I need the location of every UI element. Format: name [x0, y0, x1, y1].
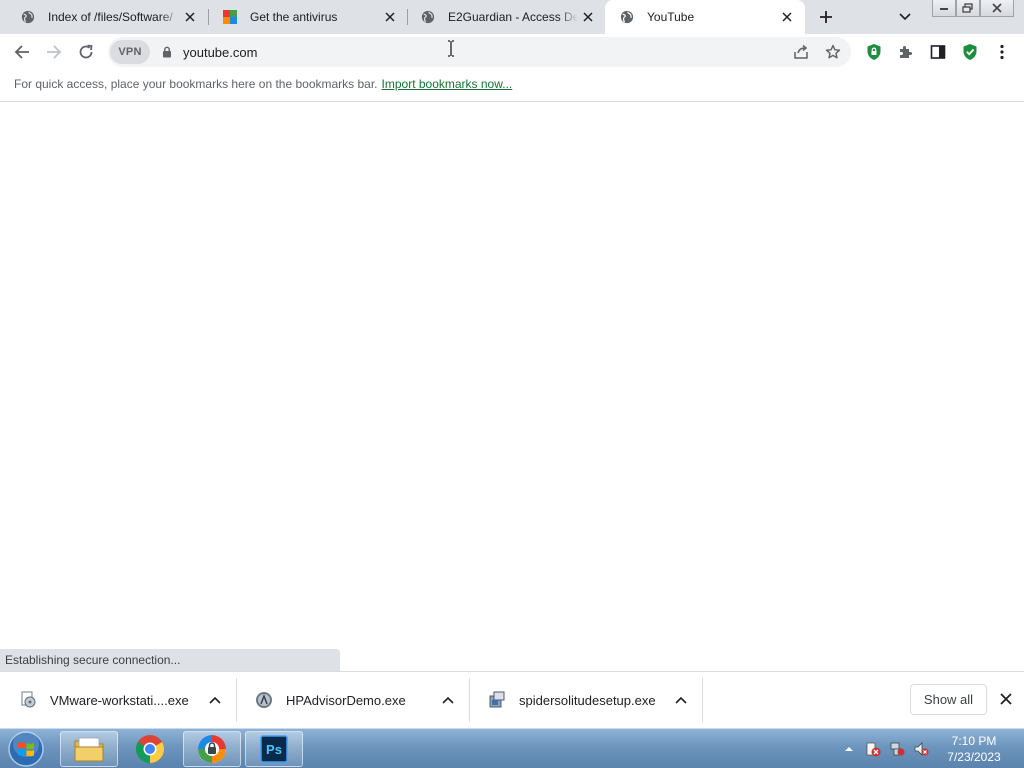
globe-icon: [20, 9, 36, 25]
restore-button[interactable]: [956, 0, 980, 17]
download-item[interactable]: VMware-workstati....exe: [0, 678, 236, 722]
back-button[interactable]: [9, 39, 35, 65]
browser-window: Index of /files/Software/ Get the antivi…: [0, 0, 1024, 768]
tab-get-antivirus[interactable]: Get the antivirus: [208, 0, 408, 34]
forward-button[interactable]: [41, 39, 67, 65]
share-icon[interactable]: [791, 42, 811, 62]
download-filename: VMware-workstati....exe: [50, 692, 189, 708]
lock-icon[interactable]: [160, 45, 174, 59]
folder-icon: [74, 737, 104, 762]
clock-date: 7/23/2023: [947, 750, 1001, 764]
taskbar-vpn-app[interactable]: [183, 731, 241, 767]
arrow-left-icon: [14, 45, 29, 59]
text-cursor-icon: [448, 40, 454, 57]
page-content[interactable]: [0, 103, 1024, 671]
chrome-icon: [136, 735, 164, 763]
restore-icon: [962, 3, 973, 13]
download-separator: [702, 678, 703, 722]
chevron-up-icon[interactable]: [439, 691, 457, 709]
url-text[interactable]: youtube.com: [183, 45, 257, 60]
windows-taskbar: Ps 7:10 PM 7/23/2023: [0, 728, 1024, 768]
chevron-down-icon: [899, 13, 911, 21]
tab-search-button[interactable]: [894, 6, 916, 28]
windows-logo-icon: [8, 731, 44, 767]
minimize-icon: [940, 8, 948, 10]
chevron-up-icon[interactable]: [672, 691, 690, 709]
status-bubble: Establishing secure connection...: [0, 649, 340, 671]
show-hidden-icons-button[interactable]: [840, 740, 858, 758]
browser-toolbar: VPN youtube.com: [0, 34, 1024, 70]
close-icon: [1000, 693, 1012, 705]
security-extension-button[interactable]: [957, 39, 983, 65]
more-vertical-icon: [1000, 44, 1004, 60]
start-button[interactable]: [4, 730, 48, 768]
adblock-extension-button[interactable]: [861, 39, 887, 65]
puzzle-icon: [900, 46, 912, 58]
action-center-warning-icon[interactable]: [864, 740, 882, 758]
hp-advisor-icon: [254, 690, 274, 710]
side-panel-button[interactable]: [925, 39, 951, 65]
import-bookmarks-link[interactable]: Import bookmarks now...: [382, 77, 513, 91]
shield-check-icon: [963, 44, 977, 60]
side-panel-icon: [930, 45, 946, 59]
setup-installer-icon: [487, 690, 507, 710]
taskbar-clock[interactable]: 7:10 PM 7/23/2023: [940, 733, 1008, 765]
tab-youtube[interactable]: YouTube: [605, 0, 805, 34]
vmware-installer-icon: [18, 690, 38, 710]
taskbar-file-explorer[interactable]: [60, 731, 118, 767]
tab-title: E2Guardian - Access Denied: [448, 10, 578, 24]
network-disconnected-icon[interactable]: [888, 740, 906, 758]
bookmark-star-icon[interactable]: [823, 42, 843, 62]
extensions-button[interactable]: [893, 39, 919, 65]
vpn-button[interactable]: VPN: [110, 40, 150, 64]
chevron-up-icon[interactable]: [206, 691, 224, 709]
window-controls: [932, 0, 1014, 18]
download-item[interactable]: HPAdvisorDemo.exe: [236, 678, 469, 722]
tab-index-files[interactable]: Index of /files/Software/: [6, 0, 208, 34]
arrow-right-icon: [47, 45, 62, 59]
tab-strip: Index of /files/Software/ Get the antivi…: [0, 0, 1024, 34]
tab-close-icon[interactable]: [380, 7, 400, 27]
tab-close-icon[interactable]: [578, 7, 598, 27]
globe-icon: [420, 9, 436, 25]
download-filename: spidersolitudesetup.exe: [519, 692, 656, 708]
bookmarks-message: For quick access, place your bookmarks h…: [14, 77, 512, 91]
vpn-app-icon: [198, 735, 226, 763]
download-item[interactable]: spidersolitudesetup.exe: [469, 678, 702, 722]
system-tray: [840, 729, 936, 768]
photoshop-icon: Ps: [260, 735, 288, 763]
tab-title: Index of /files/Software/: [48, 10, 173, 24]
tab-e2guardian[interactable]: E2Guardian - Access Denied: [406, 0, 606, 34]
download-shelf: VMware-workstati....exe HPAdvisorDemo.ex…: [0, 671, 1024, 728]
antivirus-favicon: [222, 9, 238, 25]
bookmarks-hint-text: For quick access, place your bookmarks h…: [14, 77, 378, 91]
address-bar[interactable]: VPN youtube.com: [108, 37, 851, 67]
tab-title: YouTube: [647, 10, 695, 24]
globe-icon: [619, 9, 635, 25]
taskbar-chrome[interactable]: [121, 731, 179, 767]
taskbar-photoshop[interactable]: Ps: [245, 731, 303, 767]
reload-button[interactable]: [73, 39, 99, 65]
tab-close-icon[interactable]: [777, 7, 797, 27]
chrome-menu-button[interactable]: [989, 39, 1015, 65]
volume-muted-icon[interactable]: [912, 740, 930, 758]
close-icon: [992, 3, 1002, 13]
shield-lock-icon: [867, 44, 881, 60]
close-download-shelf-button[interactable]: [996, 689, 1016, 709]
reload-icon: [79, 44, 93, 59]
svg-text:Ps: Ps: [266, 742, 282, 757]
tab-close-icon[interactable]: [180, 7, 200, 27]
show-all-downloads-button[interactable]: Show all: [910, 684, 987, 715]
close-window-button[interactable]: [980, 0, 1014, 17]
minimize-button[interactable]: [932, 0, 956, 17]
new-tab-button[interactable]: [814, 5, 838, 29]
download-filename: HPAdvisorDemo.exe: [286, 692, 406, 708]
tab-title: Get the antivirus: [250, 10, 338, 24]
plus-icon: [820, 11, 832, 23]
clock-time: 7:10 PM: [951, 734, 997, 748]
bookmarks-bar: For quick access, place your bookmarks h…: [0, 70, 1024, 102]
